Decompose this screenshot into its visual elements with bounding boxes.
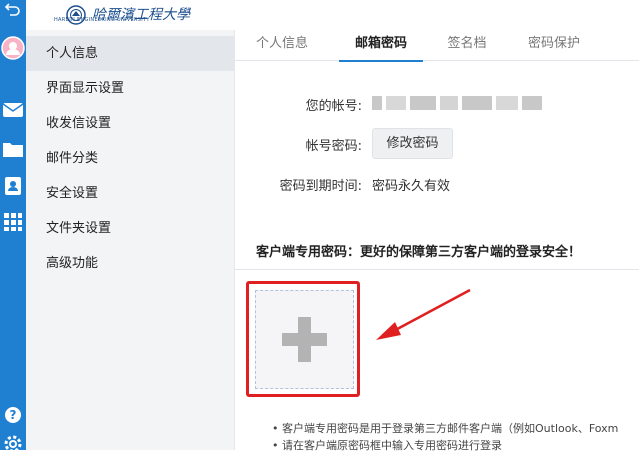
contacts-icon[interactable] (0, 176, 26, 196)
divider (235, 269, 639, 270)
sidebar-item-advanced[interactable]: 高级功能 (26, 246, 234, 281)
settings-icon[interactable] (0, 434, 26, 454)
sidebar-item-security[interactable]: 安全设置 (26, 176, 234, 211)
expiry-label: 密码到期时间: (279, 179, 362, 194)
sidebar-item-display[interactable]: 界面显示设置 (26, 71, 234, 106)
add-client-password-button[interactable] (255, 290, 354, 389)
folder-icon[interactable] (0, 140, 26, 158)
plus-icon (282, 317, 327, 362)
app-rail: ? (0, 0, 26, 453)
change-password-button[interactable]: 修改密码 (372, 128, 453, 159)
tab-mailbox-password[interactable]: 邮箱密码 (339, 30, 423, 62)
university-logo: 哈爾濱工程大學 (66, 2, 190, 28)
tab-personal-info[interactable]: 个人信息 (245, 30, 319, 60)
mail-icon[interactable] (0, 102, 26, 118)
sidebar-item-folders[interactable]: 文件夹设置 (26, 211, 234, 246)
apps-grid-icon[interactable] (0, 212, 26, 232)
avatar[interactable] (0, 36, 26, 60)
sidebar-item-send-receive[interactable]: 收发信设置 (26, 106, 234, 141)
top-bar: 哈爾濱工程大學 HARBIN ENGINEERING UNIVERSITY (26, 0, 639, 30)
note-item: • 请在客户端原密码框中输入专用密码进行登录 (272, 439, 502, 452)
account-value-blurred (372, 96, 542, 110)
tab-password-protection[interactable]: 密码保护 (517, 30, 591, 60)
help-icon[interactable]: ? (0, 406, 26, 424)
note-item: • 客户端专用密码是用于登录第三方邮件客户端（例如Outlook、Foxm (272, 422, 619, 435)
settings-sidebar: 个人信息 界面显示设置 收发信设置 邮件分类 安全设置 文件夹设置 高级功能 (26, 30, 235, 450)
expiry-value: 密码永久有效 (372, 179, 451, 194)
annotation-arrow (376, 288, 471, 340)
password-label: 帐号密码: (305, 139, 362, 154)
logo-subtitle: HARBIN ENGINEERING UNIVERSITY (54, 17, 150, 23)
sidebar-item-personal-info[interactable]: 个人信息 (26, 36, 234, 71)
svg-text:?: ? (10, 408, 17, 422)
back-arrow-icon[interactable] (0, 0, 26, 20)
tab-bar: 个人信息 邮箱密码 签名档 密码保护 (235, 30, 639, 62)
tab-signature[interactable]: 签名档 (435, 30, 499, 60)
sidebar-item-mail-categories[interactable]: 邮件分类 (26, 141, 234, 176)
client-password-title: 客户端专用密码：更好的保障第三方客户端的登录安全！ (256, 245, 582, 260)
account-label: 您的帐号: (305, 99, 362, 114)
